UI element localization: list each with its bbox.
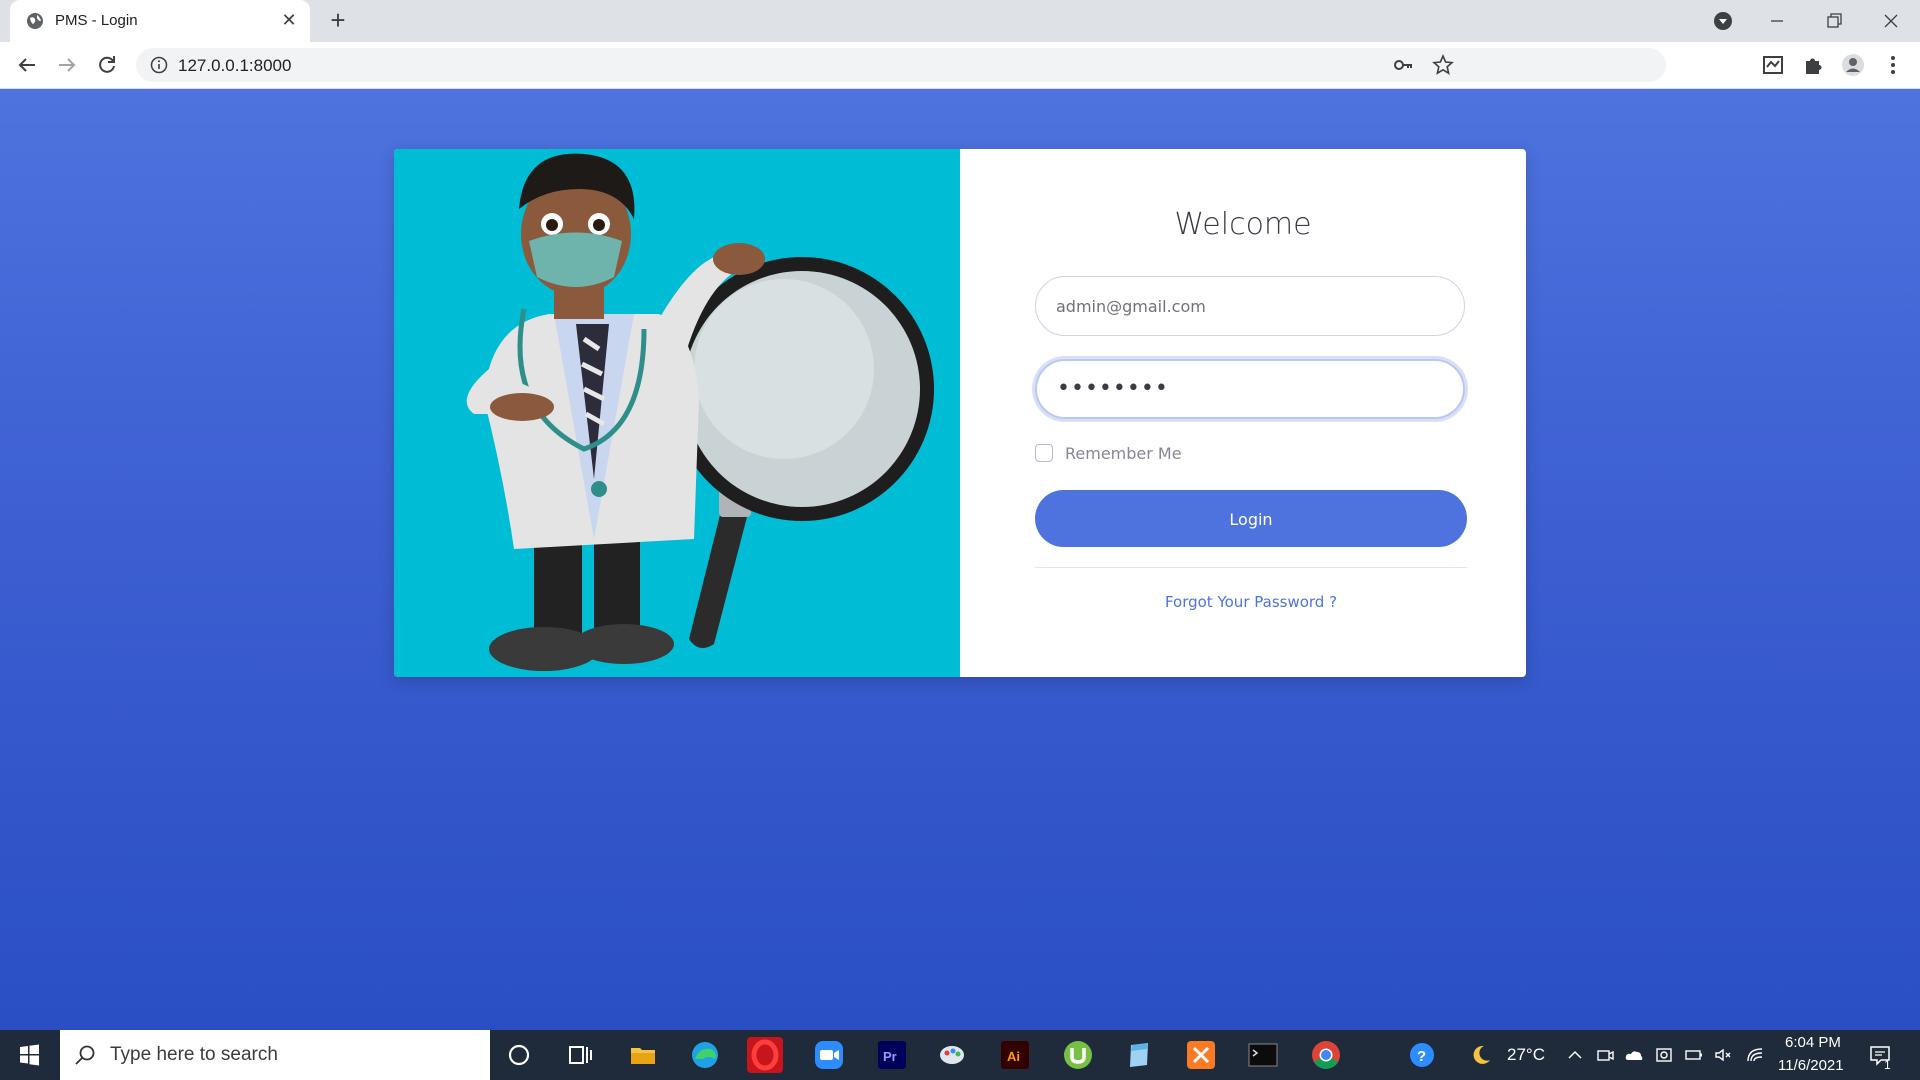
security-icon[interactable] bbox=[1654, 1045, 1674, 1065]
page-background: Welcome •••••••• Remember Me Login Forgo… bbox=[0, 89, 1920, 1030]
help-icon[interactable]: ? bbox=[1409, 1041, 1437, 1069]
file-explorer-icon[interactable] bbox=[625, 1037, 661, 1073]
svg-text:?: ? bbox=[1417, 1048, 1426, 1065]
terminal-icon[interactable] bbox=[1245, 1037, 1281, 1073]
remember-me-label[interactable]: Remember Me bbox=[1065, 444, 1182, 463]
volume-muted-icon[interactable] bbox=[1713, 1045, 1733, 1065]
close-window-icon[interactable] bbox=[1876, 6, 1906, 36]
svg-text:Pr: Pr bbox=[883, 1049, 897, 1064]
site-info-icon[interactable] bbox=[150, 56, 168, 74]
utorrent-icon[interactable] bbox=[1060, 1037, 1096, 1073]
browser-tab[interactable]: PMS - Login ✕ bbox=[10, 0, 310, 42]
browser-tab-bar: PMS - Login ✕ + bbox=[0, 0, 1920, 42]
tab-title: PMS - Login bbox=[55, 12, 138, 29]
divider bbox=[1035, 567, 1467, 568]
new-tab-button[interactable]: + bbox=[325, 7, 351, 34]
media-icon[interactable] bbox=[1761, 53, 1785, 77]
back-icon[interactable] bbox=[15, 53, 39, 77]
weather-moon-icon[interactable] bbox=[1468, 1042, 1494, 1068]
close-tab-icon[interactable]: ✕ bbox=[278, 9, 300, 31]
doctor-illustration-panel bbox=[394, 149, 960, 677]
menu-kebab-icon[interactable] bbox=[1881, 53, 1905, 77]
task-view-icon[interactable] bbox=[562, 1037, 598, 1073]
minimize-icon[interactable] bbox=[1762, 6, 1792, 36]
paint-icon[interactable] bbox=[935, 1037, 971, 1073]
forgot-password-link[interactable]: Forgot Your Password ? bbox=[960, 593, 1526, 611]
search-placeholder: Type here to search bbox=[110, 1044, 278, 1065]
svg-text:Ai: Ai bbox=[1007, 1049, 1020, 1064]
bookmark-star-icon[interactable] bbox=[1432, 54, 1454, 76]
zoom-icon[interactable] bbox=[811, 1037, 847, 1073]
address-bar[interactable]: 127.0.0.1:8000 bbox=[136, 48, 1666, 82]
edge-browser-icon[interactable] bbox=[687, 1037, 723, 1073]
profile-avatar-icon[interactable] bbox=[1841, 53, 1865, 77]
browser-toolbar: 127.0.0.1:8000 bbox=[0, 42, 1920, 89]
key-icon[interactable] bbox=[1392, 54, 1414, 76]
notepad-icon[interactable] bbox=[1121, 1037, 1157, 1073]
onedrive-cloud-icon[interactable] bbox=[1624, 1045, 1644, 1065]
tab-search-icon[interactable] bbox=[1708, 6, 1738, 36]
extensions-puzzle-icon[interactable] bbox=[1801, 53, 1825, 77]
temperature[interactable]: 27°C bbox=[1507, 1045, 1545, 1065]
login-button[interactable]: Login bbox=[1035, 490, 1467, 547]
premiere-pro-icon[interactable]: Pr bbox=[874, 1037, 910, 1073]
login-form: Welcome •••••••• Remember Me Login Forgo… bbox=[960, 149, 1526, 677]
doctor-magnifier-illustration bbox=[466, 153, 934, 671]
globe-icon bbox=[27, 13, 43, 29]
restore-icon[interactable] bbox=[1819, 6, 1849, 36]
taskbar-search[interactable]: Type here to search bbox=[60, 1030, 490, 1080]
url-text[interactable]: 127.0.0.1:8000 bbox=[178, 56, 291, 76]
chrome-icon[interactable] bbox=[1308, 1037, 1344, 1073]
meet-now-icon[interactable] bbox=[1595, 1045, 1615, 1065]
clock-date[interactable]: 11/6/2021 bbox=[1778, 1057, 1844, 1074]
notification-count: 1 bbox=[1884, 1058, 1891, 1072]
opera-icon[interactable] bbox=[747, 1037, 783, 1073]
xampp-icon[interactable] bbox=[1183, 1037, 1219, 1073]
illustrator-icon[interactable]: Ai bbox=[997, 1037, 1033, 1073]
reload-icon[interactable] bbox=[95, 53, 119, 77]
password-mask: •••••••• bbox=[1057, 376, 1169, 401]
clock-time[interactable]: 6:04 PM bbox=[1785, 1034, 1841, 1051]
forward-icon[interactable] bbox=[55, 53, 79, 77]
windows-start-icon[interactable] bbox=[0, 1030, 58, 1080]
password-field[interactable]: •••••••• bbox=[1035, 359, 1465, 419]
battery-icon[interactable] bbox=[1684, 1045, 1704, 1065]
chevron-up-icon[interactable] bbox=[1565, 1045, 1585, 1065]
windows-taskbar: Type here to search Pr Ai ? 27°C 6:04 PM… bbox=[0, 1030, 1920, 1080]
search-icon bbox=[75, 1045, 95, 1065]
login-card: Welcome •••••••• Remember Me Login Forgo… bbox=[394, 149, 1526, 677]
remember-me-checkbox[interactable] bbox=[1035, 444, 1053, 462]
welcome-heading: Welcome bbox=[1174, 207, 1312, 242]
wifi-icon[interactable] bbox=[1745, 1045, 1765, 1065]
email-field[interactable] bbox=[1035, 276, 1465, 336]
cortana-icon[interactable] bbox=[501, 1037, 537, 1073]
